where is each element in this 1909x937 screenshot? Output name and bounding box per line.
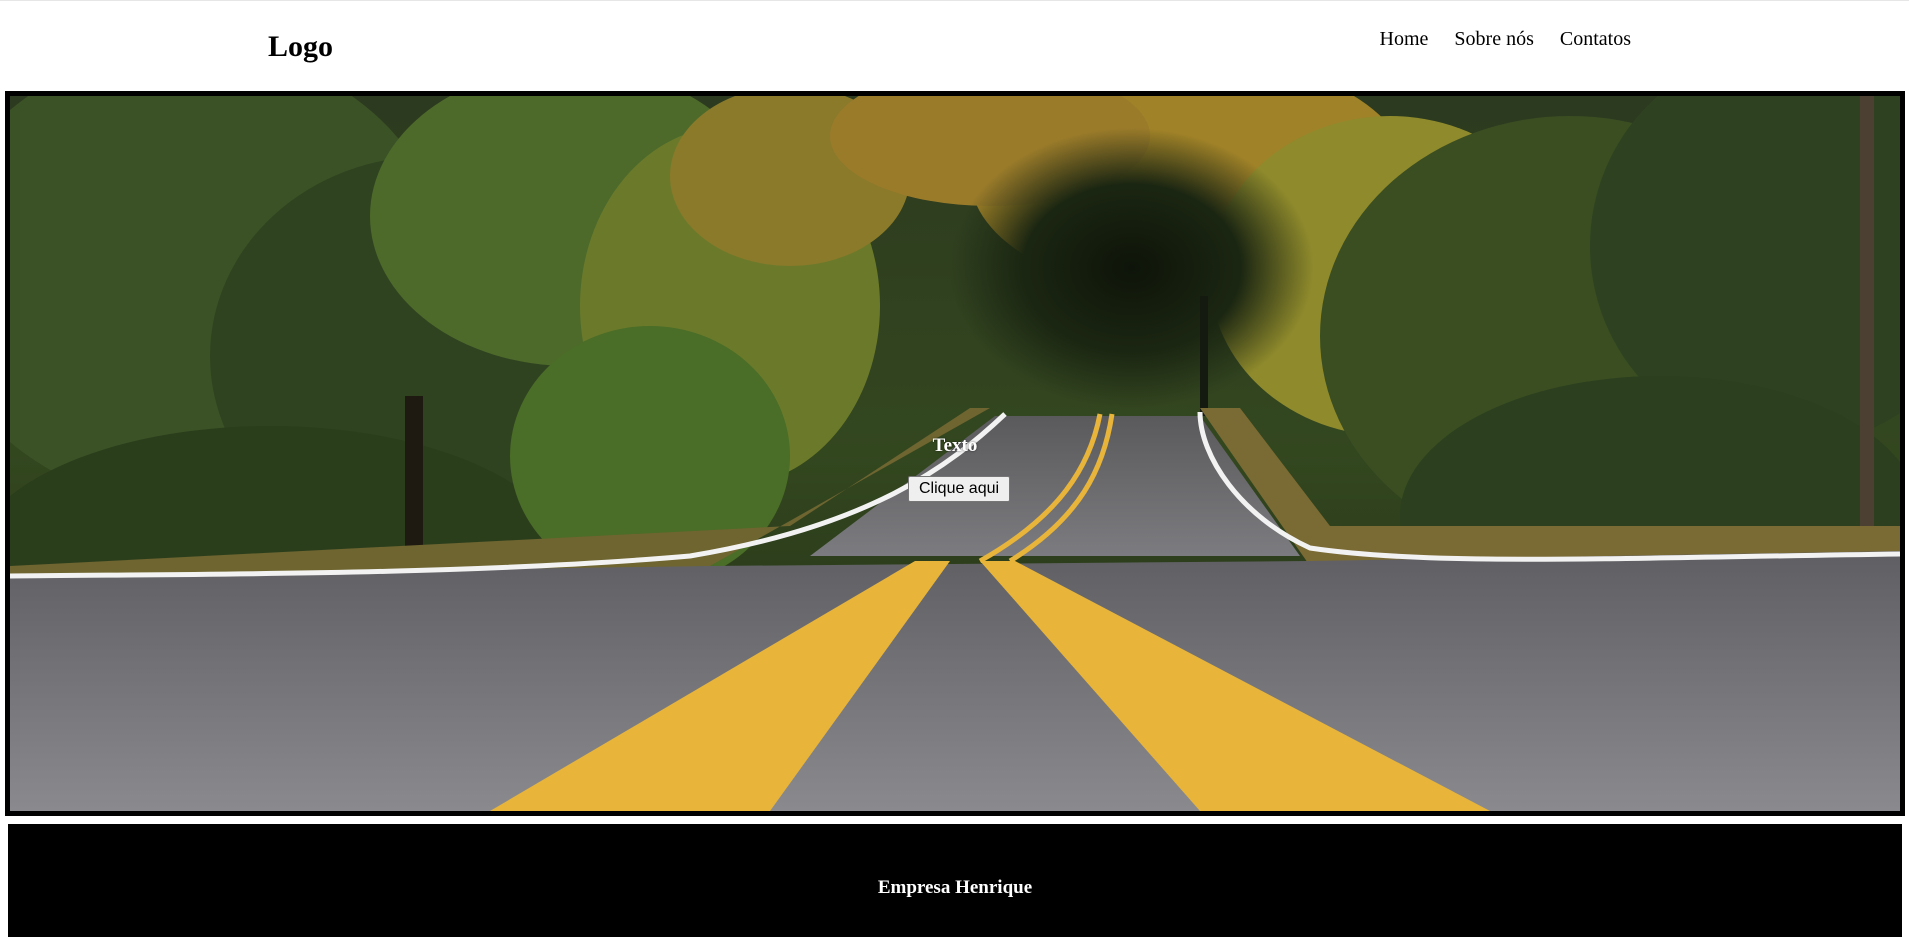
footer-company-name: Empresa Henrique: [877, 877, 1033, 898]
nav-link-sobre-nos[interactable]: Sobre nós: [1454, 27, 1533, 51]
cta-button[interactable]: Clique aqui: [908, 476, 1011, 502]
nav-link-contatos[interactable]: Contatos: [1560, 27, 1631, 51]
hero-banner: Texto Clique aqui: [5, 91, 1905, 816]
site-header: Logo Home Sobre nós Contatos: [0, 0, 1909, 92]
nav-link-home[interactable]: Home: [1380, 27, 1429, 51]
page: Logo Home Sobre nós Contatos Texto Cliqu…: [0, 0, 1909, 937]
main-nav: Home Sobre nós Contatos: [1380, 27, 1631, 51]
site-footer: Empresa Henrique: [8, 824, 1902, 937]
hero-text: Texto: [932, 435, 978, 456]
logo[interactable]: Logo: [268, 29, 333, 65]
